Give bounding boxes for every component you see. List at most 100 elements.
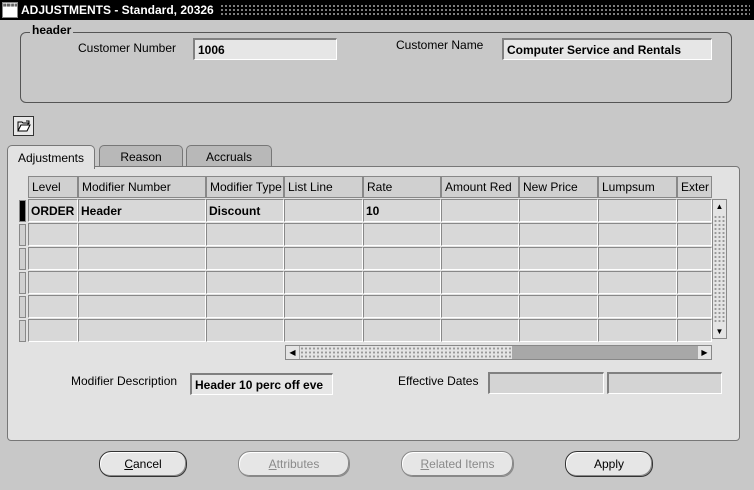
grid-cell[interactable]: [28, 247, 78, 270]
column-header-rate[interactable]: Rate: [363, 176, 441, 198]
grid-vertical-scrollbar[interactable]: ▲ ▼: [712, 199, 727, 339]
grid-cell[interactable]: [598, 247, 677, 270]
row-selector[interactable]: [19, 320, 26, 342]
cancel-button-label: Cancel: [124, 457, 162, 471]
grid-horizontal-scrollbar[interactable]: ◀ ▶: [285, 345, 712, 360]
grid-cell[interactable]: [78, 271, 206, 294]
column-header-lumpsum[interactable]: Lumpsum: [598, 176, 677, 198]
grid-cell[interactable]: [441, 223, 519, 246]
grid-cell[interactable]: [78, 223, 206, 246]
grid-cell[interactable]: [206, 319, 284, 342]
attributes-button[interactable]: Attributes: [238, 451, 350, 477]
grid-cell[interactable]: [284, 319, 363, 342]
column-header-level[interactable]: Level: [28, 176, 78, 198]
grid-cell[interactable]: [78, 319, 206, 342]
row-selector-current[interactable]: [19, 200, 26, 222]
effective-date-to-field[interactable]: [607, 372, 722, 394]
grid-cell[interactable]: [78, 247, 206, 270]
grid-cell[interactable]: [28, 319, 78, 342]
grid-cell[interactable]: [441, 271, 519, 294]
grid-cell[interactable]: [598, 319, 677, 342]
scroll-up-arrow-icon[interactable]: ▲: [713, 200, 726, 213]
grid-cell[interactable]: [206, 223, 284, 246]
vertical-scroll-thumb[interactable]: [714, 214, 725, 324]
tab-accruals-label: Accruals: [205, 149, 252, 164]
folder-open-icon: [16, 120, 31, 132]
grid-cell[interactable]: [441, 247, 519, 270]
horizontal-scroll-thumb[interactable]: [300, 346, 512, 359]
column-header-amount-red[interactable]: Amount Red: [441, 176, 519, 198]
grid-cell[interactable]: [363, 247, 441, 270]
grid-cell[interactable]: [363, 295, 441, 318]
grid-cell[interactable]: [284, 271, 363, 294]
grid-cell[interactable]: [441, 295, 519, 318]
grid-cell[interactable]: [78, 295, 206, 318]
column-header-extended[interactable]: Exter: [677, 176, 712, 198]
grid-cell[interactable]: [441, 319, 519, 342]
customer-number-field[interactable]: 1006: [193, 38, 337, 60]
tab-accruals[interactable]: Accruals: [186, 145, 272, 167]
apply-button[interactable]: Apply: [565, 451, 653, 477]
tab-adjustments[interactable]: Adjustments: [7, 145, 95, 169]
tab-reason-label: Reason: [120, 149, 162, 164]
tab-reason[interactable]: Reason: [99, 145, 183, 167]
grid-cell[interactable]: [206, 247, 284, 270]
grid-cell[interactable]: [677, 223, 712, 246]
effective-dates-label: Effective Dates: [398, 374, 479, 388]
grid-cell[interactable]: [519, 319, 598, 342]
cancel-button[interactable]: Cancel: [99, 451, 187, 477]
folder-button[interactable]: [13, 116, 34, 136]
grid-cell[interactable]: [28, 295, 78, 318]
scroll-down-arrow-icon[interactable]: ▼: [713, 325, 726, 338]
grid-cell[interactable]: [519, 223, 598, 246]
row-selector[interactable]: [19, 248, 26, 270]
grid-cell[interactable]: [677, 319, 712, 342]
customer-name-field[interactable]: Computer Service and Rentals: [502, 38, 712, 60]
row-selector[interactable]: [19, 272, 26, 294]
grid-cell[interactable]: [519, 199, 598, 222]
window-title: ADJUSTMENTS - Standard, 20326: [21, 3, 214, 17]
grid-cell[interactable]: [598, 223, 677, 246]
grid-cell[interactable]: [519, 271, 598, 294]
grid-cell[interactable]: [598, 295, 677, 318]
grid-cell[interactable]: [28, 223, 78, 246]
effective-date-from-field[interactable]: [488, 372, 604, 394]
column-header-list-line[interactable]: List Line: [284, 176, 363, 198]
grid-cell[interactable]: [284, 295, 363, 318]
oracle-forms-icon: ▦▦▦▦▦▦▦▦: [2, 2, 18, 18]
grid-cell[interactable]: [677, 295, 712, 318]
grid-cell[interactable]: [677, 199, 712, 222]
grid-cell[interactable]: [363, 319, 441, 342]
grid-cell[interactable]: [284, 247, 363, 270]
scroll-left-arrow-icon[interactable]: ◀: [286, 346, 299, 359]
scroll-right-arrow-icon[interactable]: ▶: [698, 346, 711, 359]
grid-cell[interactable]: [519, 247, 598, 270]
grid-cell[interactable]: [519, 295, 598, 318]
column-header-new-price[interactable]: New Price: [519, 176, 598, 198]
grid-cell[interactable]: [284, 223, 363, 246]
grid-cell[interactable]: 10: [363, 199, 441, 222]
grid-cell[interactable]: [598, 271, 677, 294]
grid-cell[interactable]: [441, 199, 519, 222]
row-selector[interactable]: [19, 296, 26, 318]
grid-cell[interactable]: [363, 223, 441, 246]
apply-button-label: Apply: [593, 457, 625, 471]
grid-cell[interactable]: [598, 199, 677, 222]
column-header-modifier-number[interactable]: Modifier Number: [78, 176, 206, 198]
grid-cell[interactable]: ORDER: [28, 199, 78, 222]
grid-cell[interactable]: [284, 199, 363, 222]
grid-cell[interactable]: [363, 271, 441, 294]
modifier-description-field[interactable]: Header 10 perc off eve: [190, 373, 333, 395]
grid-cell[interactable]: [677, 247, 712, 270]
related-items-button[interactable]: Related Items: [401, 451, 514, 477]
grid-cell[interactable]: Header: [78, 199, 206, 222]
grid-cell[interactable]: [28, 271, 78, 294]
customer-number-label: Customer Number: [78, 41, 177, 55]
grid-cell[interactable]: [677, 271, 712, 294]
grid-cell[interactable]: [206, 295, 284, 318]
grid-cell[interactable]: [206, 271, 284, 294]
grid-cell[interactable]: Discount: [206, 199, 284, 222]
customer-name-label: Customer Name: [396, 38, 484, 52]
column-header-modifier-type[interactable]: Modifier Type: [206, 176, 284, 198]
row-selector[interactable]: [19, 224, 26, 246]
